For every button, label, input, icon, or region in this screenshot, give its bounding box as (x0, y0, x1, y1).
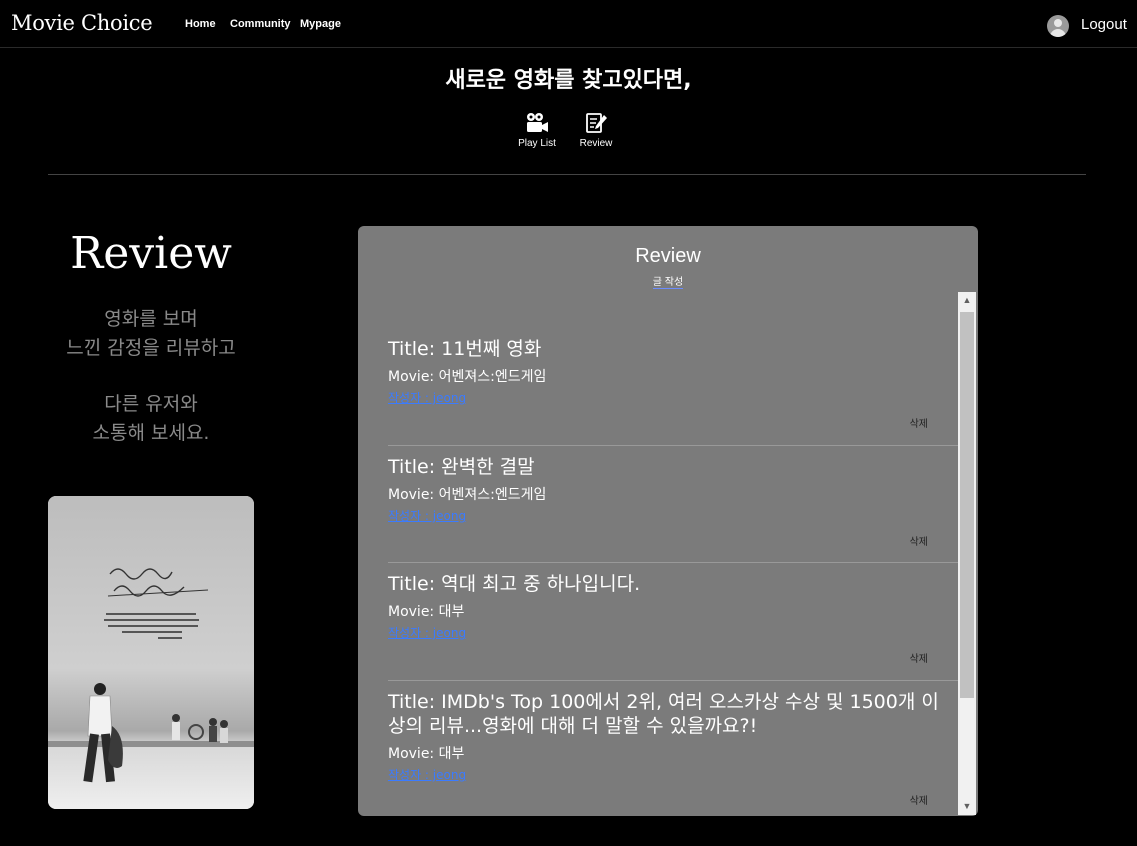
panel-title: Review (635, 245, 701, 267)
notepad-pen-icon (586, 113, 607, 133)
review-title[interactable]: Title: IMDb's Top 100에서 2위, 여러 오스카상 수상 및… (388, 690, 956, 738)
review-actions: 삭제 (388, 792, 956, 807)
navbar: Movie Choice Home Community Mypage Logou… (0, 0, 1137, 48)
desc-line-3: 다른 유저와 (104, 393, 198, 415)
nav-mypage-link[interactable]: Mypage (300, 18, 341, 30)
write-review-link[interactable]: 글 작성 (358, 273, 978, 289)
review-author-link[interactable]: 작성자 : jeong (388, 624, 956, 641)
review-title[interactable]: Title: 역대 최고 중 하나입니다. (388, 572, 956, 596)
review-item: Title: 완벽한 결말 Movie: 어벤져스:엔드게임 작성자 : jeo… (388, 455, 956, 524)
review-nav-label: Review (579, 138, 613, 149)
desc-line-2: 느낀 감정을 리뷰하고 (66, 337, 236, 359)
nav-community-link[interactable]: Community (230, 18, 291, 30)
poster-photo (48, 496, 254, 809)
logout-link[interactable]: Logout (1081, 16, 1127, 33)
review-author-link[interactable]: 작성자 : jeong (388, 507, 956, 524)
delete-button[interactable]: 삭제 (910, 415, 928, 430)
review-author-link[interactable]: 작성자 : jeong (388, 766, 956, 783)
movie-camera-icon (527, 113, 548, 132)
review-author-link[interactable]: 작성자 : jeong (388, 389, 956, 406)
review-nav-button[interactable]: Review (566, 112, 626, 149)
review-title[interactable]: Title: 완벽한 결말 (388, 455, 956, 479)
delete-button[interactable]: 삭제 (910, 792, 928, 807)
review-item: Title: 역대 최고 중 하나입니다. Movie: 대부 작성자 : je… (388, 572, 956, 641)
delete-button[interactable]: 삭제 (910, 533, 928, 548)
nav-home-link[interactable]: Home (185, 18, 216, 30)
scroll-down-arrow-icon[interactable]: ▼ (958, 798, 976, 815)
delete-button[interactable]: 삭제 (910, 650, 928, 665)
section-description: 영화를 보며느낀 감정을 리뷰하고 다른 유저와소통해 보세요. (38, 305, 264, 475)
brand-logo[interactable]: Movie Choice (11, 11, 153, 35)
movie-poster-image (48, 496, 254, 809)
review-actions: 삭제 (388, 415, 956, 430)
playlist-label: Play List (518, 138, 556, 149)
review-actions: 삭제 (388, 650, 956, 665)
review-title[interactable]: Title: 11번째 영화 (388, 337, 956, 361)
review-separator (388, 445, 958, 446)
review-separator (388, 680, 958, 681)
hero-divider (48, 174, 1086, 175)
scroll-up-arrow-icon[interactable]: ▲ (958, 292, 976, 309)
hero-title: 새로운 영화를 찾고있다면, (445, 68, 692, 93)
desc-line-4: 소통해 보세요. (92, 422, 210, 444)
write-review-label[interactable]: 글 작성 (652, 277, 684, 289)
review-separator (388, 562, 958, 563)
scrollbar-thumb[interactable] (960, 312, 974, 698)
user-avatar-icon[interactable] (1047, 15, 1069, 37)
playlist-button[interactable]: Play List (507, 112, 567, 149)
review-movie: Movie: 어벤져스:엔드게임 (388, 369, 547, 385)
review-actions: 삭제 (388, 533, 956, 548)
desc-line-1: 영화를 보며 (104, 308, 198, 330)
review-movie: Movie: 어벤져스:엔드게임 (388, 487, 547, 503)
review-movie: Movie: 대부 (388, 746, 465, 762)
review-movie: Movie: 대부 (388, 604, 465, 620)
section-title: Review (70, 228, 232, 279)
review-item: Title: 11번째 영화 Movie: 어벤져스:엔드게임 작성자 : je… (388, 337, 956, 406)
review-list-scrollbar[interactable]: ▲ ▼ (958, 292, 976, 815)
review-item: Title: IMDb's Top 100에서 2위, 여러 오스카상 수상 및… (388, 690, 956, 783)
